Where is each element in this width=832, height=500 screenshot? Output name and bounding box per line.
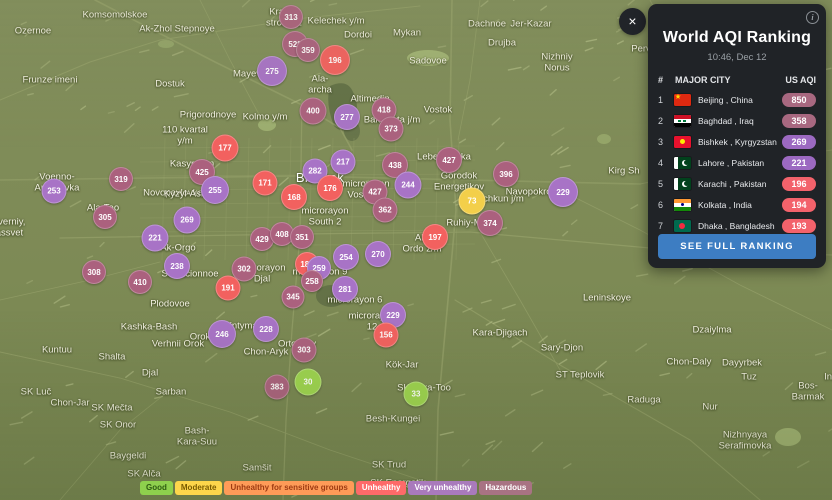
aqi-legend: Good Moderate Unhealthy for sensitive grou… bbox=[140, 481, 533, 496]
aqi-marker[interactable]: 396 bbox=[493, 161, 519, 187]
panel-timestamp: 10:46, Dec 12 bbox=[707, 52, 767, 63]
ranking-row[interactable]: 4 Lahore , Pakistan 221 bbox=[658, 152, 816, 173]
aqi-marker[interactable]: 308 bbox=[82, 260, 106, 284]
aqi-marker[interactable]: 156 bbox=[373, 322, 399, 348]
city-name: Kolkata , India bbox=[698, 199, 752, 210]
flag-icon-in bbox=[674, 198, 691, 211]
aqi-marker[interactable]: 253 bbox=[41, 178, 67, 204]
aqi-marker[interactable]: 196 bbox=[320, 45, 350, 75]
aqi-marker[interactable]: 197 bbox=[422, 224, 448, 250]
aqi-marker[interactable]: 229 bbox=[548, 177, 578, 207]
aqi-marker[interactable]: 176 bbox=[317, 175, 343, 201]
info-icon[interactable]: i bbox=[806, 11, 819, 24]
aqi-marker[interactable]: 33 bbox=[403, 381, 429, 407]
flag-icon-iq bbox=[674, 114, 691, 127]
rank-number: 3 bbox=[658, 136, 664, 147]
flag-icon-pk bbox=[674, 177, 691, 190]
aqi-marker[interactable]: 383 bbox=[264, 374, 290, 400]
rank-number: 6 bbox=[658, 199, 664, 210]
rank-number: 4 bbox=[658, 157, 664, 168]
rank-number: 7 bbox=[658, 220, 664, 231]
aqi-marker[interactable]: 30 bbox=[294, 368, 322, 396]
aqi-marker[interactable]: 171 bbox=[252, 170, 278, 196]
column-aqi: US AQI bbox=[785, 75, 816, 85]
aqi-marker[interactable]: 351 bbox=[290, 225, 314, 249]
aqi-marker[interactable]: 427 bbox=[436, 147, 462, 173]
aqi-badge: 194 bbox=[782, 197, 816, 212]
city-name: Bishkek , Kyrgyzstan bbox=[698, 136, 777, 147]
close-panel-button[interactable]: × bbox=[619, 8, 646, 35]
ranking-row[interactable]: 2 Baghdad , Iraq 358 bbox=[658, 110, 816, 131]
aqi-marker[interactable]: 281 bbox=[332, 276, 358, 302]
aqi-marker[interactable]: 270 bbox=[365, 241, 391, 267]
aqi-marker[interactable]: 73 bbox=[458, 187, 486, 215]
aqi-marker[interactable]: 319 bbox=[109, 167, 133, 191]
legend-item-good: Good bbox=[140, 481, 173, 496]
aqi-marker[interactable]: 275 bbox=[257, 56, 287, 86]
aqi-marker[interactable]: 168 bbox=[281, 184, 307, 210]
aqi-marker[interactable]: 362 bbox=[372, 197, 398, 223]
flag-icon-kg bbox=[674, 135, 691, 148]
city-name: Karachi , Pakistan bbox=[698, 178, 767, 189]
aqi-badge: 269 bbox=[782, 134, 816, 149]
aqi-badge: 358 bbox=[782, 113, 816, 128]
aqi-marker[interactable]: 345 bbox=[281, 285, 305, 309]
flag-icon-pk bbox=[674, 156, 691, 169]
aqi-marker[interactable]: 228 bbox=[253, 316, 279, 342]
flag-icon-cn bbox=[674, 93, 691, 106]
aqi-marker[interactable]: 258 bbox=[301, 270, 323, 292]
rank-number: 2 bbox=[658, 115, 664, 126]
city-name: Beijing , China bbox=[698, 94, 753, 105]
aqi-marker[interactable]: 221 bbox=[141, 224, 169, 252]
legend-item-hazardous: Hazardous bbox=[479, 481, 533, 496]
aqi-marker[interactable]: 374 bbox=[477, 210, 503, 236]
aqi-marker[interactable]: 254 bbox=[333, 244, 359, 270]
aqi-badge: 193 bbox=[782, 218, 816, 233]
aqi-marker[interactable]: 217 bbox=[330, 149, 356, 175]
rank-number: 1 bbox=[658, 94, 664, 105]
aqi-marker[interactable]: 400 bbox=[299, 97, 327, 125]
close-icon: × bbox=[628, 13, 637, 29]
aqi-marker[interactable]: 359 bbox=[296, 38, 320, 62]
aqi-marker[interactable]: 277 bbox=[334, 104, 360, 130]
ranking-row[interactable]: 6 Kolkata , India 194 bbox=[658, 194, 816, 215]
aqi-marker[interactable]: 255 bbox=[201, 176, 229, 204]
aqi-marker[interactable]: 410 bbox=[128, 270, 152, 294]
world-aqi-ranking-panel: i World AQI Ranking 10:46, Dec 12 # MAJO… bbox=[648, 4, 826, 268]
column-rank: # bbox=[658, 75, 664, 85]
rank-number: 5 bbox=[658, 178, 664, 189]
legend-item-moderate: Moderate bbox=[174, 481, 223, 496]
aqi-marker[interactable]: 305 bbox=[93, 205, 117, 229]
aqi-badge: 221 bbox=[782, 155, 816, 170]
legend-item-unhealthy: Unhealthy bbox=[355, 481, 407, 496]
aqi-marker[interactable]: 177 bbox=[211, 134, 239, 162]
ranking-row[interactable]: 7 Dhaka , Bangladesh 193 bbox=[658, 215, 816, 236]
aqi-marker[interactable]: 191 bbox=[215, 275, 241, 301]
aqi-marker[interactable]: 313 bbox=[279, 5, 303, 29]
ranking-row[interactable]: 5 Karachi , Pakistan 196 bbox=[658, 173, 816, 194]
aqi-marker[interactable]: 244 bbox=[394, 171, 422, 199]
aqi-badge: 196 bbox=[782, 176, 816, 191]
aqi-badge: 850 bbox=[782, 92, 816, 107]
city-name: Dhaka , Bangladesh bbox=[698, 220, 775, 231]
see-full-ranking-button[interactable]: SEE FULL RANKING bbox=[658, 234, 816, 259]
aqi-marker[interactable]: 246 bbox=[208, 320, 236, 348]
column-city: MAJOR CITY bbox=[675, 75, 731, 85]
city-name: Lahore , Pakistan bbox=[698, 157, 765, 168]
legend-item-very-unhealthy: Very unhealthy bbox=[408, 481, 478, 496]
aqi-marker[interactable]: 303 bbox=[291, 337, 317, 363]
ranking-row[interactable]: 1 Beijing , China 850 bbox=[658, 89, 816, 110]
flag-icon-bd bbox=[674, 219, 691, 232]
aqi-marker[interactable]: 238 bbox=[164, 253, 190, 279]
legend-item-unhealthy-for-sensitive-groups: Unhealthy for sensitive groups bbox=[224, 481, 354, 496]
aqi-marker[interactable]: 373 bbox=[378, 116, 404, 142]
panel-title: World AQI Ranking bbox=[662, 29, 812, 46]
city-name: Baghdad , Iraq bbox=[698, 115, 754, 126]
aqi-marker[interactable]: 269 bbox=[173, 206, 201, 234]
ranking-header-row: # MAJOR CITY US AQI bbox=[658, 75, 816, 85]
ranking-row[interactable]: 3 Bishkek , Kyrgyzstan 269 bbox=[658, 131, 816, 152]
